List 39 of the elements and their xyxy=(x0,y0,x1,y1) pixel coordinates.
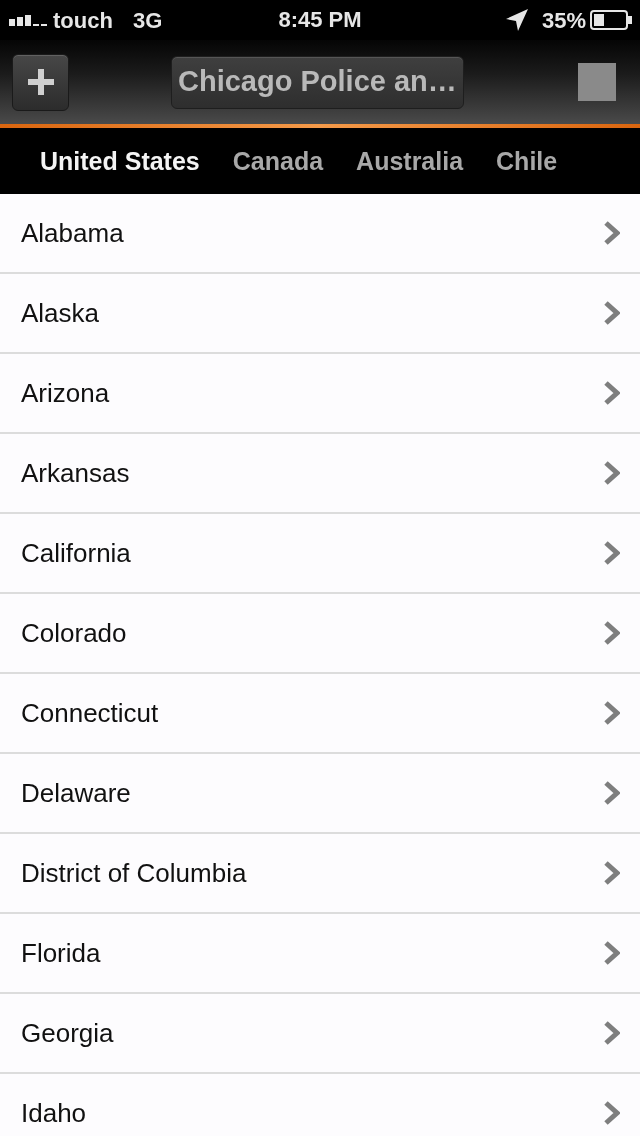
country-tab[interactable]: United States xyxy=(40,146,200,176)
state-name: Colorado xyxy=(21,616,127,650)
chevron-right-icon xyxy=(604,941,620,965)
carrier-name: touch xyxy=(53,6,113,35)
state-name: California xyxy=(21,536,131,570)
chevron-right-icon xyxy=(604,861,620,885)
network-type: 3G xyxy=(132,6,163,35)
state-name: Arizona xyxy=(21,376,110,410)
country-tab[interactable]: Australia xyxy=(356,146,464,176)
signal-strength-icon xyxy=(9,14,49,26)
plus-icon xyxy=(27,69,54,95)
chevron-right-icon xyxy=(604,381,620,405)
state-name: Florida xyxy=(21,936,101,970)
location-arrow-icon xyxy=(505,9,528,31)
chevron-right-icon xyxy=(604,1021,620,1045)
chevron-right-icon xyxy=(604,621,620,645)
chevron-right-icon xyxy=(604,461,620,485)
battery-percentage: 35% xyxy=(541,6,586,35)
chevron-right-icon xyxy=(604,301,620,325)
state-name: Delaware xyxy=(21,776,131,810)
add-button[interactable] xyxy=(12,53,69,111)
chevron-right-icon xyxy=(604,541,620,565)
state-name: District of Columbia xyxy=(21,856,247,890)
state-name: Connecticut xyxy=(21,696,159,730)
state-name: Alaska xyxy=(21,296,100,330)
state-name: Arkansas xyxy=(21,456,130,490)
state-name: Alabama xyxy=(21,216,124,250)
chevron-right-icon xyxy=(604,701,620,725)
country-tab[interactable]: Canada xyxy=(232,146,324,176)
chevron-right-icon xyxy=(604,781,620,805)
state-name: Idaho xyxy=(21,1096,87,1130)
title-button[interactable]: Chicago Police an… xyxy=(171,55,464,109)
battery-icon xyxy=(590,10,632,30)
square-icon xyxy=(578,63,616,101)
chevron-right-icon xyxy=(604,221,620,245)
state-name: Georgia xyxy=(21,1016,114,1050)
clock-time: 8:45 PM xyxy=(278,6,362,34)
chevron-right-icon xyxy=(604,1101,620,1125)
country-tab[interactable]: Chile xyxy=(496,146,558,176)
